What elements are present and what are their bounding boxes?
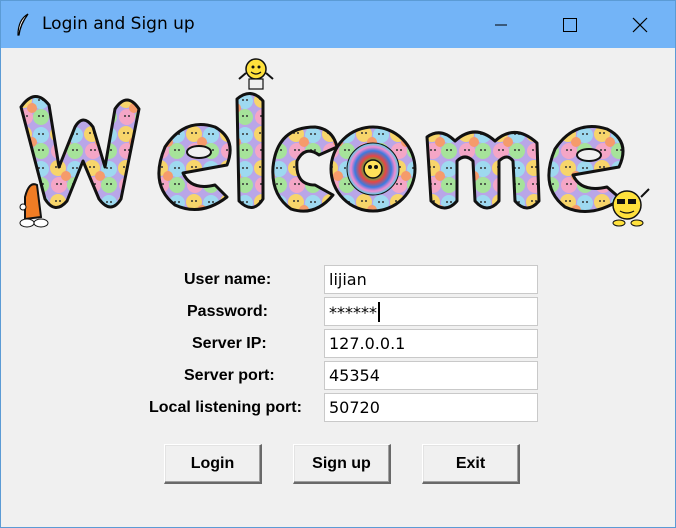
server-ip-input[interactable]: 127.0.0.1 bbox=[324, 329, 538, 358]
minimize-button[interactable] bbox=[478, 1, 524, 48]
local-port-value: 50720 bbox=[329, 398, 380, 417]
maximize-button[interactable] bbox=[547, 1, 593, 48]
login-window: Login and Sign up User name: lijian Pass… bbox=[0, 0, 676, 528]
password-value: ****** bbox=[329, 303, 377, 322]
close-icon bbox=[632, 17, 648, 32]
server-port-input[interactable]: 45354 bbox=[324, 361, 538, 390]
password-input[interactable]: ****** bbox=[324, 297, 538, 326]
server-port-label: Server port: bbox=[184, 367, 275, 384]
local-port-label: Local listening port: bbox=[149, 399, 302, 416]
maximize-icon bbox=[563, 17, 577, 32]
password-label: Password: bbox=[187, 303, 268, 320]
server-port-value: 45354 bbox=[329, 366, 380, 385]
window-title: Login and Sign up bbox=[42, 14, 195, 34]
exit-button[interactable]: Exit bbox=[422, 444, 520, 484]
title-bar[interactable]: Login and Sign up bbox=[1, 1, 675, 48]
server-ip-label: Server IP: bbox=[192, 335, 267, 352]
username-label: User name: bbox=[184, 271, 272, 288]
username-input[interactable]: lijian bbox=[324, 265, 538, 294]
login-button[interactable]: Login bbox=[164, 444, 262, 484]
close-button[interactable] bbox=[617, 1, 663, 48]
username-value: lijian bbox=[329, 270, 367, 289]
server-ip-value: 127.0.0.1 bbox=[329, 334, 406, 353]
minimize-icon bbox=[495, 24, 507, 25]
local-port-input[interactable]: 50720 bbox=[324, 393, 538, 422]
feather-icon bbox=[15, 13, 31, 37]
signup-button[interactable]: Sign up bbox=[293, 444, 391, 484]
text-caret bbox=[378, 302, 380, 322]
welcome-banner bbox=[15, 57, 655, 233]
